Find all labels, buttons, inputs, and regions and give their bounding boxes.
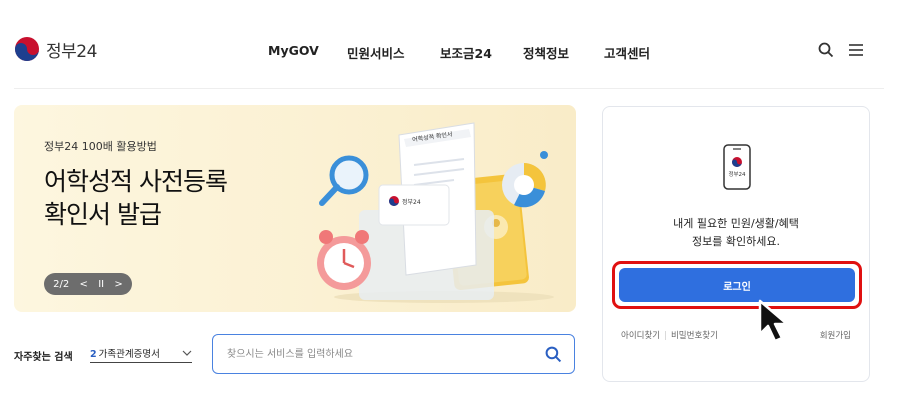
certificate-card-icon: 정부24 — [378, 184, 450, 226]
join-link[interactable]: 회원가입 — [820, 329, 851, 341]
mouse-cursor-icon — [758, 299, 789, 343]
main-nav: MyGOV 민원서비스 보조금24 정책정보 고객센터 — [0, 43, 900, 63]
magnifier-icon — [319, 155, 369, 206]
search-icon[interactable] — [818, 42, 834, 58]
mobile-phone-icon: 정부24 — [723, 144, 751, 190]
nav-item-policy-info[interactable]: 정책정보 — [523, 43, 569, 62]
quick-search-label: 자주찾는 검색 — [14, 352, 73, 363]
nav-item-subsidy24[interactable]: 보조금24 — [440, 43, 492, 62]
menu-icon[interactable] — [848, 43, 864, 57]
search-box — [212, 334, 575, 374]
quick-search-rank: 2 — [90, 348, 97, 360]
search-input[interactable] — [225, 347, 545, 361]
banner-subtitle: 정부24 100배 활용방법 — [44, 140, 157, 153]
login-button[interactable]: 로그인 — [619, 268, 855, 302]
pager-next-button[interactable]: > — [114, 279, 122, 290]
login-message-line2: 정보를 확인하세요. — [692, 235, 780, 248]
nav-item-customer-center[interactable]: 고객센터 — [604, 43, 650, 62]
quick-search-select[interactable]: 2 가족관계증명서 — [90, 343, 192, 363]
pie-chart-icon — [502, 151, 548, 208]
banner-illustration: 어학성적 확인서 정부24 — [317, 122, 554, 303]
login-card: 정부24 내게 필요한 민원/생활/혜택 정보를 확인하세요. 로그인 아이디찾… — [602, 106, 870, 382]
search-icon[interactable] — [545, 346, 562, 363]
find-password-link[interactable]: 비밀번호찾기 — [671, 331, 718, 341]
quick-search-value: 가족관계증명서 — [98, 348, 160, 360]
banner-title-line1: 어학성적 사전등록 — [44, 167, 228, 196]
nav-item-mygov[interactable]: MyGOV — [268, 43, 319, 58]
banner-title-line2: 확인서 발급 — [44, 200, 162, 229]
card-logo-text: 정부24 — [402, 199, 421, 206]
find-id-link[interactable]: 아이디찾기 — [621, 331, 660, 341]
banner-title: 어학성적 사전등록 확인서 발급 — [44, 165, 228, 231]
alarm-clock-icon — [317, 230, 371, 290]
account-links: 아이디찾기 | 비밀번호찾기 — [621, 329, 718, 341]
pager-prev-button[interactable]: < — [80, 279, 88, 290]
pager-count: 2/2 — [53, 278, 70, 290]
chevron-down-icon — [182, 350, 192, 356]
promo-banner[interactable]: 정부24 100배 활용방법 어학성적 사전등록 확인서 발급 2/2 < II… — [14, 105, 576, 312]
header-divider — [14, 88, 884, 89]
login-message-line1: 내게 필요한 민원/생활/혜택 — [673, 217, 799, 230]
nav-item-civil-service[interactable]: 민원서비스 — [347, 43, 405, 62]
banner-pager: 2/2 < II > — [44, 273, 132, 295]
pager-pause-button[interactable]: II — [98, 279, 104, 290]
link-divider: | — [664, 331, 667, 341]
phone-logo-text: 정부24 — [728, 171, 746, 178]
